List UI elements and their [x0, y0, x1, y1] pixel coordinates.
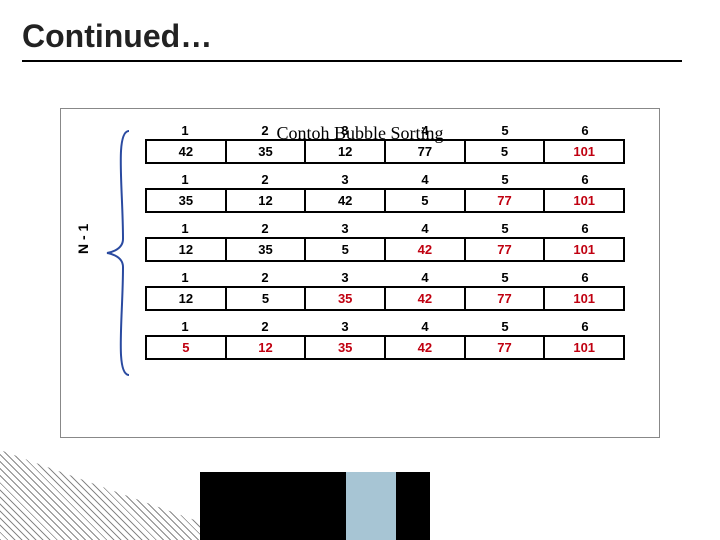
value-cell: 5 [306, 239, 386, 260]
sorting-pass: 123456351242577101 [145, 172, 625, 213]
curly-brace-icon [105, 129, 133, 377]
index-cell: 1 [145, 319, 225, 335]
value-row: 123554277101 [145, 237, 625, 262]
index-cell: 4 [385, 319, 465, 335]
brace-label: N - 1 [75, 224, 91, 254]
index-cell: 5 [465, 172, 545, 188]
index-cell: 4 [385, 270, 465, 286]
index-cell: 6 [545, 270, 625, 286]
index-cell: 2 [225, 172, 305, 188]
index-cell: 4 [385, 221, 465, 237]
value-cell: 77 [466, 190, 546, 211]
value-cell: 5 [386, 190, 466, 211]
sorting-pass: 123456423512775101 [145, 123, 625, 164]
index-cell: 6 [545, 123, 625, 139]
sorting-pass: 123456512354277101 [145, 319, 625, 360]
title-underline [22, 60, 682, 62]
value-cell: 77 [386, 141, 466, 162]
index-cell: 2 [225, 319, 305, 335]
value-cell: 5 [227, 288, 307, 309]
index-cell: 5 [465, 270, 545, 286]
index-cell: 4 [385, 172, 465, 188]
value-cell: 101 [545, 190, 623, 211]
value-cell: 12 [227, 337, 307, 358]
index-cell: 3 [305, 221, 385, 237]
sorting-pass: 123456123554277101 [145, 221, 625, 262]
value-cell: 101 [545, 337, 623, 358]
value-cell: 35 [147, 190, 227, 211]
value-cell: 77 [466, 337, 546, 358]
index-cell: 3 [305, 123, 385, 139]
index-cell: 2 [225, 270, 305, 286]
value-cell: 42 [306, 190, 386, 211]
value-cell: 35 [306, 288, 386, 309]
value-cell: 101 [545, 288, 623, 309]
index-cell: 3 [305, 270, 385, 286]
value-cell: 101 [545, 239, 623, 260]
index-cell: 4 [385, 123, 465, 139]
sorting-passes: 1234564235127751011234563512425771011234… [145, 123, 625, 368]
figure-frame: N - 1 1234564235127751011234563512425771… [60, 108, 660, 438]
blue-box-decoration [346, 472, 396, 540]
index-row: 123456 [145, 123, 625, 139]
index-cell: 1 [145, 172, 225, 188]
value-cell: 101 [545, 141, 623, 162]
value-cell: 35 [227, 141, 307, 162]
index-cell: 2 [225, 123, 305, 139]
index-cell: 2 [225, 221, 305, 237]
index-row: 123456 [145, 270, 625, 286]
index-row: 123456 [145, 319, 625, 335]
sorting-pass: 123456125354277101 [145, 270, 625, 311]
index-cell: 6 [545, 221, 625, 237]
value-row: 125354277101 [145, 286, 625, 311]
value-cell: 12 [227, 190, 307, 211]
index-cell: 5 [465, 319, 545, 335]
index-cell: 3 [305, 319, 385, 335]
index-cell: 1 [145, 221, 225, 237]
value-cell: 5 [466, 141, 546, 162]
value-row: 512354277101 [145, 335, 625, 360]
value-cell: 5 [147, 337, 227, 358]
value-cell: 42 [386, 239, 466, 260]
page-title: Continued… [22, 18, 212, 55]
value-cell: 12 [306, 141, 386, 162]
value-cell: 42 [386, 337, 466, 358]
value-cell: 35 [306, 337, 386, 358]
value-row: 423512775101 [145, 139, 625, 164]
value-cell: 12 [147, 288, 227, 309]
index-cell: 6 [545, 319, 625, 335]
index-cell: 1 [145, 123, 225, 139]
index-cell: 5 [465, 123, 545, 139]
index-cell: 5 [465, 221, 545, 237]
index-cell: 6 [545, 172, 625, 188]
value-cell: 77 [466, 288, 546, 309]
index-row: 123456 [145, 172, 625, 188]
index-row: 123456 [145, 221, 625, 237]
value-row: 351242577101 [145, 188, 625, 213]
value-cell: 35 [227, 239, 307, 260]
value-cell: 42 [386, 288, 466, 309]
index-cell: 3 [305, 172, 385, 188]
index-cell: 1 [145, 270, 225, 286]
value-cell: 12 [147, 239, 227, 260]
value-cell: 42 [147, 141, 227, 162]
value-cell: 77 [466, 239, 546, 260]
